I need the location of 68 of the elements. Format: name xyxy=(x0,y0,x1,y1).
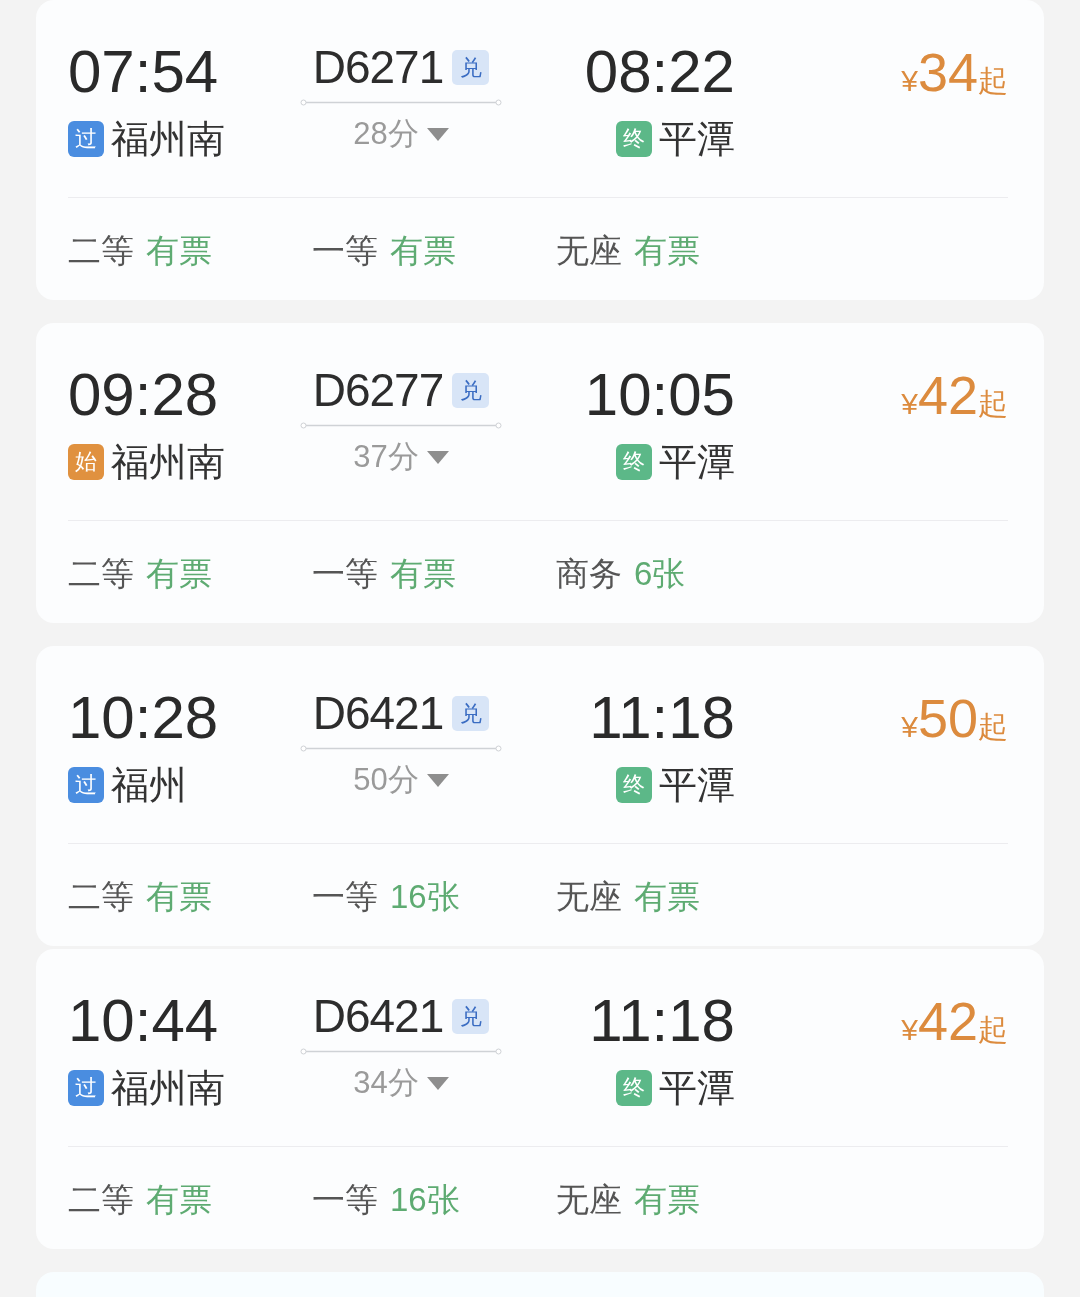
train-number: D6421 xyxy=(312,690,444,736)
price-label: ¥42起 xyxy=(901,991,1008,1053)
caret-icon xyxy=(426,1076,449,1090)
arrival-station: 平潭 xyxy=(659,765,735,805)
seat-class: 一等 xyxy=(312,879,378,915)
train-card[interactable]: 07:54 过 福州南 D6271 兑 28分 08:22 终 平潭 ¥34起 二等 有票 一等 有票 无座 有票 xyxy=(36,0,1044,300)
train-card[interactable]: 10:28 过 福州 D6421 兑 50分 11:18 终 平潭 ¥50起 二等 有票 一等 16张 无座 有票 xyxy=(36,646,1044,946)
price-label: ¥34起 xyxy=(901,42,1008,104)
seat-availability: 有票 xyxy=(146,556,212,592)
seat-availability: 有票 xyxy=(634,1182,700,1218)
train-tag: 兑 xyxy=(452,49,490,85)
stop-tag: 过 xyxy=(68,121,104,157)
train-tag: 兑 xyxy=(452,998,490,1034)
seat-class: 一等 xyxy=(312,233,378,269)
departure-station: 福州南 xyxy=(111,1068,225,1108)
train-number: D6277 xyxy=(312,367,444,413)
stop-tag: 始 xyxy=(68,444,104,480)
seat-availability: 有票 xyxy=(390,233,456,269)
seat-class: 无座 xyxy=(556,1182,622,1218)
arrival-time: 11:18 xyxy=(589,991,735,1051)
arrival-station: 平潭 xyxy=(659,1068,735,1108)
seat-availability: 有票 xyxy=(146,879,212,915)
seat-class: 二等 xyxy=(68,1182,134,1218)
seat-class: 二等 xyxy=(68,556,134,592)
train-card[interactable]: 10:44 过 福州南 D6421 兑 34分 11:18 终 平潭 ¥42起 二等 有票 一等 16张 无座 有票 xyxy=(36,949,1044,1249)
seat-class: 无座 xyxy=(556,879,622,915)
departure-station: 福州南 xyxy=(111,119,225,159)
arrival-time: 08:22 xyxy=(584,42,735,102)
stop-tag: 终 xyxy=(616,444,652,480)
arrival-station: 平潭 xyxy=(659,442,735,482)
seat-class: 商务 xyxy=(556,556,622,592)
train-tag: 兑 xyxy=(452,695,490,731)
stop-tag: 终 xyxy=(616,767,652,803)
seat-availability: 有票 xyxy=(634,233,700,269)
price-label: ¥42起 xyxy=(901,365,1008,427)
departure-time: 10:28 xyxy=(68,688,220,748)
arrival-time: 10:05 xyxy=(584,365,735,425)
stop-tag: 过 xyxy=(68,767,104,803)
stop-tag: 过 xyxy=(68,1070,104,1106)
arrival-time: 11:18 xyxy=(589,688,735,748)
seat-availability: 有票 xyxy=(146,1182,212,1218)
seat-availability: 有票 xyxy=(390,556,456,592)
train-number: D6271 xyxy=(312,44,444,90)
seat-availability: 有票 xyxy=(146,233,212,269)
seat-class: 一等 xyxy=(312,556,378,592)
train-number: D6421 xyxy=(312,993,444,1039)
seat-availability: 有票 xyxy=(634,879,700,915)
train-card[interactable]: 09:28 始 福州南 D6277 兑 37分 10:05 终 平潭 ¥42起 二等 有票 一等 有票 商务 6张 xyxy=(36,323,1044,623)
departure-station: 福州南 xyxy=(111,442,225,482)
price-label: ¥50起 xyxy=(901,688,1008,750)
seat-class: 一等 xyxy=(312,1182,378,1218)
caret-icon xyxy=(426,127,449,141)
departure-station: 福州 xyxy=(111,765,187,805)
seat-class: 二等 xyxy=(68,233,134,269)
seat-class: 二等 xyxy=(68,879,134,915)
departure-time: 10:44 xyxy=(68,991,220,1051)
seat-availability: 16张 xyxy=(390,1182,460,1218)
train-tag: 兑 xyxy=(452,372,490,408)
seat-availability: 16张 xyxy=(390,879,460,915)
stop-tag: 终 xyxy=(616,121,652,157)
seat-availability: 6张 xyxy=(634,556,686,592)
seat-class: 无座 xyxy=(556,233,622,269)
arrival-station: 平潭 xyxy=(659,119,735,159)
caret-icon xyxy=(426,450,449,464)
caret-icon xyxy=(426,773,449,787)
departure-time: 09:28 xyxy=(68,365,220,425)
stop-tag: 终 xyxy=(616,1070,652,1106)
departure-time: 07:54 xyxy=(68,42,220,102)
